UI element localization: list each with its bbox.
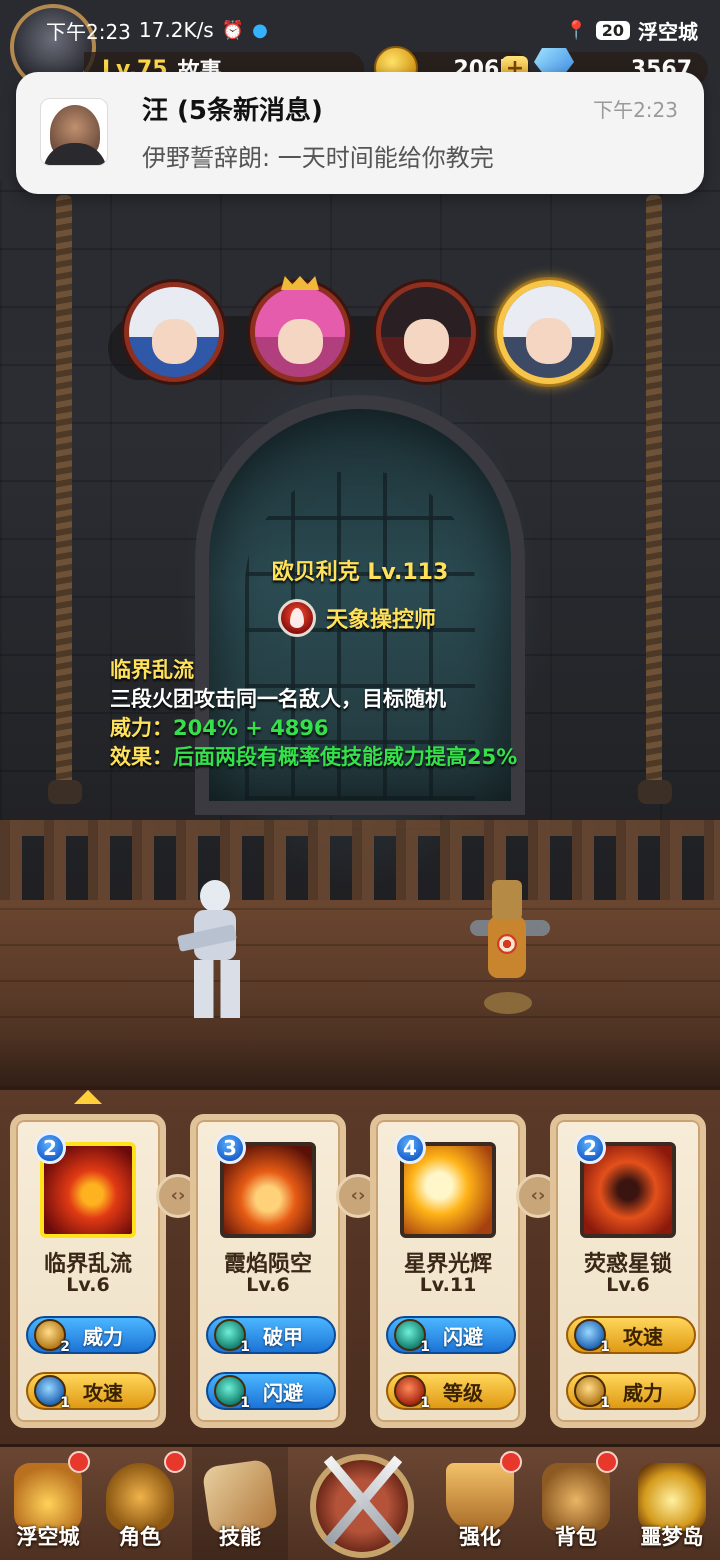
rune-button-attack-speed[interactable]: 1 攻速 xyxy=(26,1372,156,1411)
message-notification[interactable]: 汪 (5条新消息) 下午2:23 伊野誓辞朗: 一天时间能给你教完 xyxy=(16,72,704,194)
notification-dot xyxy=(500,1451,522,1473)
skill-level: Lv.11 xyxy=(419,1274,477,1296)
skill-card-4[interactable]: 2 荧惑星锁 Lv.6 1 攻速 1 威力 xyxy=(550,1114,706,1428)
skill-detail-name: 临界乱流 xyxy=(110,658,194,682)
notification-dot xyxy=(68,1451,90,1473)
floor-edge xyxy=(0,1040,720,1090)
network-speed: 17.2K/s xyxy=(138,18,214,42)
rope-knot-left xyxy=(48,780,82,804)
effect-value: 后面两段有概率使技能威力提高25% xyxy=(173,745,518,769)
battle-button[interactable] xyxy=(300,1446,424,1560)
nav-label: 技能 xyxy=(219,1525,261,1549)
character-class: 天象操控师 xyxy=(278,598,436,638)
hero-portrait-4-selected[interactable] xyxy=(497,280,601,384)
nav-backpack[interactable]: 背包 xyxy=(528,1447,624,1560)
power-value: 204% + 4896 xyxy=(173,716,329,740)
notification-time: 下午2:23 xyxy=(593,98,678,122)
alarm-icon: ⏰ xyxy=(221,19,245,41)
rune-button-attack-speed[interactable]: 1 攻速 xyxy=(566,1316,696,1355)
skill-slot-badge: 2 xyxy=(574,1132,606,1164)
character-level: Lv.113 xyxy=(367,560,449,585)
rope-knot-right xyxy=(638,780,672,804)
skill-level: Lv.6 xyxy=(66,1274,110,1296)
notification-body: 伊野誓辞朗: 一天时间能给你教完 xyxy=(142,144,494,172)
wooden-railing xyxy=(0,820,720,910)
fire-element-icon xyxy=(278,599,316,637)
character-name: 欧贝利克 xyxy=(271,560,360,585)
skill-detail-text: 三段火团攻击同一名敌人，目标随机 xyxy=(110,687,446,711)
location-pin-icon: 📍 xyxy=(565,19,588,41)
power-label: 威力： xyxy=(110,716,173,740)
fist-rune-icon: 2 xyxy=(34,1319,70,1355)
status-bar: 下午2:23 17.2K/s ⏰ ● 📍 20 浮空城 xyxy=(0,0,720,60)
wind-rune-icon: 1 xyxy=(34,1375,70,1411)
skill-card-1[interactable]: 2 临界乱流 Lv.6 2 威力 1 攻速 xyxy=(10,1114,166,1428)
swirl-rune-icon: 1 xyxy=(214,1319,250,1355)
rune-button-power[interactable]: 2 威力 xyxy=(26,1316,156,1355)
chevron-rune-icon: 1 xyxy=(394,1375,430,1411)
hero-portrait-3[interactable] xyxy=(376,282,476,382)
skill-slot-badge: 4 xyxy=(394,1132,426,1164)
nav-skills-active[interactable]: 技能 xyxy=(192,1447,288,1560)
rune-button-armor-break[interactable]: 1 破甲 xyxy=(206,1316,336,1355)
location-name: 浮空城 xyxy=(638,19,698,44)
skill-slot-badge: 2 xyxy=(34,1132,66,1164)
swirl-rune-icon: 1 xyxy=(394,1319,430,1355)
rune-button-level[interactable]: 1 等级 xyxy=(386,1372,516,1411)
character-name-line: 欧贝利克 Lv.113 xyxy=(0,554,720,586)
sender-avatar xyxy=(40,98,108,166)
skill-card-3[interactable]: 4 星界光辉 Lv.11 1 闪避 1 等级 xyxy=(370,1114,526,1428)
hero-portrait-2[interactable] xyxy=(250,282,350,382)
wind-rune-icon: 1 xyxy=(574,1319,610,1355)
qq-penguin-icon: ● xyxy=(252,19,268,41)
nav-label: 噩梦岛 xyxy=(640,1525,704,1549)
nav-label: 强化 xyxy=(459,1525,501,1549)
nav-label: 背包 xyxy=(555,1525,597,1549)
training-dummy xyxy=(470,880,550,1015)
skill-level: Lv.6 xyxy=(246,1274,290,1296)
swirl-rune-icon: 1 xyxy=(214,1375,250,1411)
battery-level: 20 xyxy=(595,20,630,40)
rope-left xyxy=(56,195,72,795)
nav-label: 角色 xyxy=(119,1525,161,1549)
nav-nightmare-island[interactable]: 噩梦岛 xyxy=(624,1447,720,1560)
character-model xyxy=(176,880,256,1020)
notification-title: 汪 (5条新消息) xyxy=(142,96,323,126)
notification-dot xyxy=(596,1451,618,1473)
skill-level: Lv.6 xyxy=(606,1274,650,1296)
hero-portrait-1[interactable] xyxy=(124,282,224,382)
nav-floating-city[interactable]: 浮空城 xyxy=(0,1447,96,1560)
rope-right xyxy=(646,195,662,795)
skill-slot-badge: 3 xyxy=(214,1132,246,1164)
rune-button-dodge[interactable]: 1 闪避 xyxy=(386,1316,516,1355)
notification-dot xyxy=(164,1451,186,1473)
nav-enhance[interactable]: 强化 xyxy=(432,1447,528,1560)
class-name: 天象操控师 xyxy=(326,608,437,633)
status-time: 下午2:23 xyxy=(46,19,131,44)
rune-button-power[interactable]: 1 威力 xyxy=(566,1372,696,1411)
nav-label: 浮空城 xyxy=(16,1525,80,1549)
rune-button-dodge[interactable]: 1 闪避 xyxy=(206,1372,336,1411)
skill-card-2[interactable]: 3 霞焰陨空 Lv.6 1 破甲 1 闪避 xyxy=(190,1114,346,1428)
nav-character[interactable]: 角色 xyxy=(92,1447,188,1560)
effect-label: 效果： xyxy=(110,745,173,769)
fist-rune-icon: 1 xyxy=(574,1375,610,1411)
skill-description: 临界乱流 三段火团攻击同一名敌人，目标随机 威力：204% + 4896 效果：… xyxy=(110,656,517,772)
